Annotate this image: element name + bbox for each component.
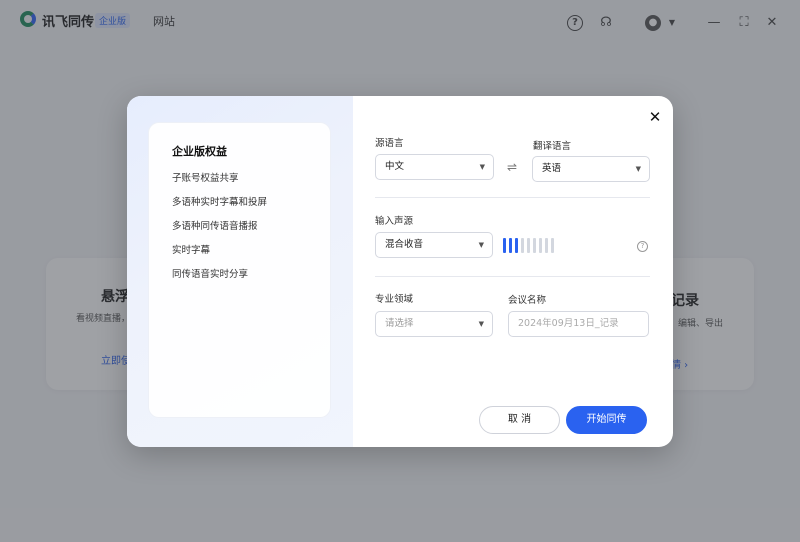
- cancel-button[interactable]: 取 消: [479, 406, 560, 434]
- chevron-down-icon: ▼: [479, 163, 485, 171]
- chevron-down-icon: ▼: [478, 241, 484, 249]
- divider: [375, 276, 650, 277]
- start-interpretation-button[interactable]: 开始同传: [566, 406, 647, 434]
- audio-level-bar: [515, 238, 518, 253]
- audio-level-meter: [503, 238, 555, 253]
- close-dialog-icon[interactable]: ✕: [646, 108, 664, 126]
- divider: [375, 197, 650, 198]
- source-language-value: 中文: [385, 161, 405, 172]
- target-language-value: 英语: [542, 163, 562, 174]
- chevron-down-icon: ▼: [478, 320, 484, 328]
- chevron-down-icon: ▼: [635, 165, 641, 173]
- source-language-label: 源语言: [375, 138, 404, 149]
- swap-languages-icon[interactable]: ⇌: [507, 160, 517, 174]
- start-interpretation-dialog: 企业版权益 子账号权益共享 多语种实时字幕和投屏 多语种同传语音播报 实时字幕 …: [127, 96, 673, 447]
- benefit-item: 多语种同传语音播报: [172, 221, 258, 232]
- audio-level-bar: [521, 238, 524, 253]
- target-language-label: 翻译语言: [533, 141, 572, 152]
- meeting-name-label: 会议名称: [508, 295, 547, 306]
- audio-level-bar: [533, 238, 536, 253]
- audio-source-value: 混合收音: [385, 239, 424, 250]
- audio-level-bar: [527, 238, 530, 253]
- benefit-item: 多语种实时字幕和投屏: [172, 197, 268, 208]
- source-language-select[interactable]: 中文 ▼: [375, 154, 494, 180]
- benefit-item: 子账号权益共享: [172, 173, 239, 184]
- benefits-panel: 企业版权益 子账号权益共享 多语种实时字幕和投屏 多语种同传语音播报 实时字幕 …: [127, 96, 353, 447]
- meeting-name-input[interactable]: 2024年09月13日_记录: [508, 311, 649, 337]
- audio-level-bar: [539, 238, 542, 253]
- audio-level-bar: [545, 238, 548, 253]
- domain-placeholder: 请选择: [385, 318, 414, 329]
- audio-source-label: 输入声源: [375, 216, 414, 227]
- info-icon[interactable]: ?: [637, 241, 648, 252]
- benefit-item: 实时字幕: [172, 245, 211, 256]
- domain-select[interactable]: 请选择 ▼: [375, 311, 493, 337]
- audio-source-select[interactable]: 混合收音 ▼: [375, 232, 493, 258]
- target-language-select[interactable]: 英语 ▼: [532, 156, 650, 182]
- audio-level-bar: [509, 238, 512, 253]
- meeting-name-placeholder: 2024年09月13日_记录: [518, 318, 619, 329]
- audio-level-bar: [551, 238, 554, 253]
- domain-label: 专业领域: [375, 294, 414, 305]
- audio-level-bar: [503, 238, 506, 253]
- benefits-title: 企业版权益: [172, 145, 227, 158]
- benefits-card: 企业版权益 子账号权益共享 多语种实时字幕和投屏 多语种同传语音播报 实时字幕 …: [148, 122, 331, 418]
- benefit-item: 同传语音实时分享: [172, 269, 249, 280]
